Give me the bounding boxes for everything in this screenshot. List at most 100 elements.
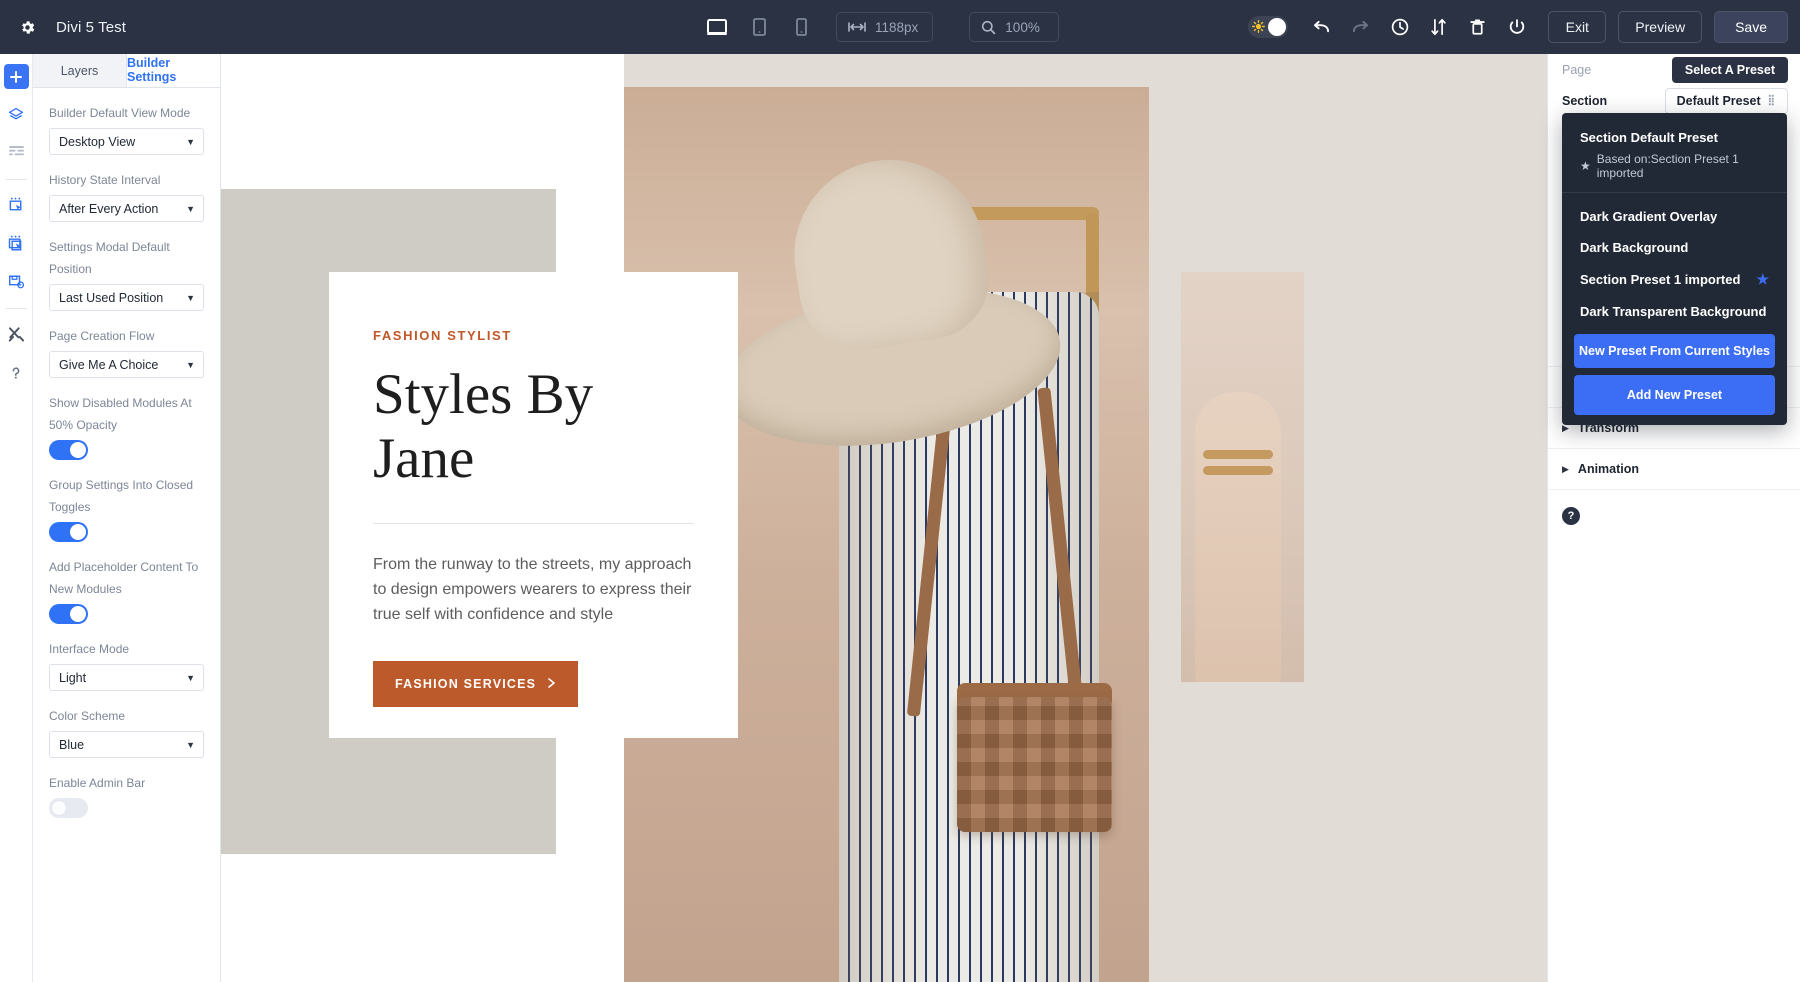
add-module-button[interactable] bbox=[4, 64, 29, 89]
page-title: Divi 5 Test bbox=[56, 19, 126, 36]
field-label: Color Scheme bbox=[49, 705, 204, 727]
add-new-preset-button[interactable]: Add New Preset bbox=[1574, 375, 1775, 415]
default-preset-label: Default Preset bbox=[1677, 94, 1761, 108]
field-history-state-interval: History State Interval After Every Actio… bbox=[49, 169, 204, 222]
chevron-down-icon: ▼ bbox=[186, 740, 195, 750]
tab-builder-settings[interactable]: Builder Settings bbox=[127, 54, 220, 87]
save-eye-icon[interactable] bbox=[4, 269, 29, 294]
chevron-down-icon: ▼ bbox=[186, 360, 195, 370]
field-interface-mode: Interface Mode Light ▼ bbox=[49, 638, 204, 691]
undo-button[interactable] bbox=[1305, 11, 1338, 44]
multi-select-icon[interactable] bbox=[4, 231, 29, 256]
select-a-preset-button[interactable]: Select A Preset bbox=[1672, 57, 1788, 83]
zoom-value: 100% bbox=[1005, 20, 1040, 35]
field-group-settings-into-closed-toggles: Group Settings Into Closed Toggles bbox=[49, 474, 204, 542]
rail-divider-2 bbox=[6, 308, 27, 309]
rail-divider bbox=[6, 179, 27, 180]
show-disabled-modules-toggle[interactable] bbox=[49, 440, 88, 460]
history-button[interactable] bbox=[1383, 11, 1416, 44]
chevron-down-icon: ▼ bbox=[186, 293, 195, 303]
preset-item-dark-background[interactable]: Dark Background bbox=[1562, 232, 1787, 263]
section-settings-panel: Page Select A Preset Section Default Pre… bbox=[1547, 54, 1800, 982]
default-preset-dropdown[interactable]: Default Preset ⣿ bbox=[1665, 88, 1788, 114]
enable-admin-bar-toggle[interactable] bbox=[49, 798, 88, 818]
tools-icon[interactable] bbox=[4, 322, 29, 347]
add-placeholder-content-toggle[interactable] bbox=[49, 604, 88, 624]
chevron-down-icon: ▼ bbox=[186, 137, 195, 147]
preset-item-dark-gradient-overlay[interactable]: Dark Gradient Overlay bbox=[1562, 201, 1787, 232]
canvas-width-field[interactable]: 1188px bbox=[836, 12, 933, 42]
toolbar-center-group: 1188px 100% bbox=[700, 0, 1059, 54]
section-preset-row: Section Default Preset ⣿ bbox=[1548, 85, 1800, 116]
builder-settings-list: Builder Default View Mode Desktop View ▼… bbox=[33, 88, 220, 852]
bracelet-2 bbox=[1203, 466, 1273, 475]
hero-paragraph: From the runway to the streets, my appro… bbox=[373, 552, 693, 627]
chevron-down-icon: ▼ bbox=[186, 204, 195, 214]
gear-icon[interactable] bbox=[10, 10, 44, 44]
question-icon[interactable] bbox=[4, 360, 29, 385]
field-label: Add Placeholder Content To New Modules bbox=[49, 556, 204, 600]
desktop-view-button[interactable] bbox=[700, 10, 734, 44]
left-panel-tabs: Layers Builder Settings bbox=[33, 54, 220, 88]
group-settings-toggle[interactable] bbox=[49, 522, 88, 542]
preset-item-label: Section Preset 1 imported bbox=[1580, 272, 1740, 287]
preset-item-section-preset-1-imported[interactable]: Section Preset 1 imported ★ bbox=[1562, 263, 1787, 296]
settings-modal-default-position-select[interactable]: Last Used Position ▼ bbox=[49, 284, 204, 311]
toggle-knob bbox=[70, 606, 86, 622]
power-button[interactable] bbox=[1500, 11, 1533, 44]
click-select-icon[interactable] bbox=[4, 193, 29, 218]
wide-brim-hat bbox=[722, 142, 1062, 472]
field-label: Group Settings Into Closed Toggles bbox=[49, 474, 204, 518]
toggle-knob bbox=[51, 800, 67, 816]
bracelet-1 bbox=[1203, 450, 1273, 459]
preset-item-dark-transparent-background[interactable]: Dark Transparent Background bbox=[1562, 296, 1787, 327]
history-state-interval-select[interactable]: After Every Action ▼ bbox=[49, 195, 204, 222]
preset-options-icon: ⣿ bbox=[1768, 95, 1776, 106]
field-add-placeholder-content: Add Placeholder Content To New Modules bbox=[49, 556, 204, 624]
interface-mode-select[interactable]: Light ▼ bbox=[49, 664, 204, 691]
sort-button[interactable] bbox=[1422, 11, 1455, 44]
layers-icon[interactable] bbox=[4, 102, 29, 127]
theme-toggle[interactable] bbox=[1248, 16, 1288, 38]
theme-toggle-knob bbox=[1268, 18, 1286, 36]
top-toolbar: Divi 5 Test 1188px 100% bbox=[0, 0, 1800, 54]
chevron-right-icon bbox=[548, 677, 556, 691]
hero-eyebrow: FASHION STYLIST bbox=[373, 328, 694, 343]
builder-default-view-mode-select[interactable]: Desktop View ▼ bbox=[49, 128, 204, 155]
preset-menu-based-on: ★ Based on:Section Preset 1 imported bbox=[1580, 152, 1769, 180]
field-label: History State Interval bbox=[49, 169, 204, 191]
based-on-text: Based on:Section Preset 1 imported bbox=[1597, 152, 1769, 180]
toolbar-right-group: Exit Preview Save bbox=[1248, 0, 1788, 54]
save-button[interactable]: Save bbox=[1714, 11, 1788, 43]
select-value: Light bbox=[59, 671, 86, 685]
color-scheme-select[interactable]: Blue ▼ bbox=[49, 731, 204, 758]
model-arm bbox=[1195, 392, 1281, 682]
star-icon: ★ bbox=[1580, 159, 1591, 173]
menu-spacer bbox=[1562, 193, 1787, 201]
wireframe-icon[interactable] bbox=[4, 140, 29, 165]
field-label: Enable Admin Bar bbox=[49, 772, 204, 794]
exit-button[interactable]: Exit bbox=[1548, 11, 1606, 43]
fashion-services-button[interactable]: FASHION SERVICES bbox=[373, 661, 578, 707]
tablet-view-button[interactable] bbox=[742, 10, 776, 44]
new-preset-from-current-styles-button[interactable]: New Preset From Current Styles bbox=[1574, 334, 1775, 368]
help-button[interactable]: ? bbox=[1562, 507, 1580, 525]
preview-button[interactable]: Preview bbox=[1618, 11, 1702, 43]
tab-layers[interactable]: Layers bbox=[33, 54, 127, 87]
page-creation-flow-select[interactable]: Give Me A Choice ▼ bbox=[49, 351, 204, 378]
field-settings-modal-default-position: Settings Modal Default Position Last Use… bbox=[49, 236, 204, 311]
hat-crown bbox=[781, 146, 998, 358]
field-label: Interface Mode bbox=[49, 638, 204, 660]
trash-button[interactable] bbox=[1461, 11, 1494, 44]
phone-view-button[interactable] bbox=[784, 10, 818, 44]
redo-button[interactable] bbox=[1344, 11, 1377, 44]
field-show-disabled-modules: Show Disabled Modules At 50% Opacity bbox=[49, 392, 204, 460]
toolbar-left-group: Divi 5 Test bbox=[0, 10, 126, 44]
field-label: Settings Modal Default Position bbox=[49, 236, 204, 280]
field-builder-default-view-mode: Builder Default View Mode Desktop View ▼ bbox=[49, 102, 204, 155]
hero-text-card: FASHION STYLIST Styles By Jane From the … bbox=[329, 272, 738, 738]
accordion-animation[interactable]: ▶ Animation bbox=[1548, 449, 1800, 490]
star-icon[interactable]: ★ bbox=[1756, 271, 1769, 288]
zoom-field[interactable]: 100% bbox=[969, 12, 1059, 42]
handbag bbox=[957, 697, 1112, 832]
